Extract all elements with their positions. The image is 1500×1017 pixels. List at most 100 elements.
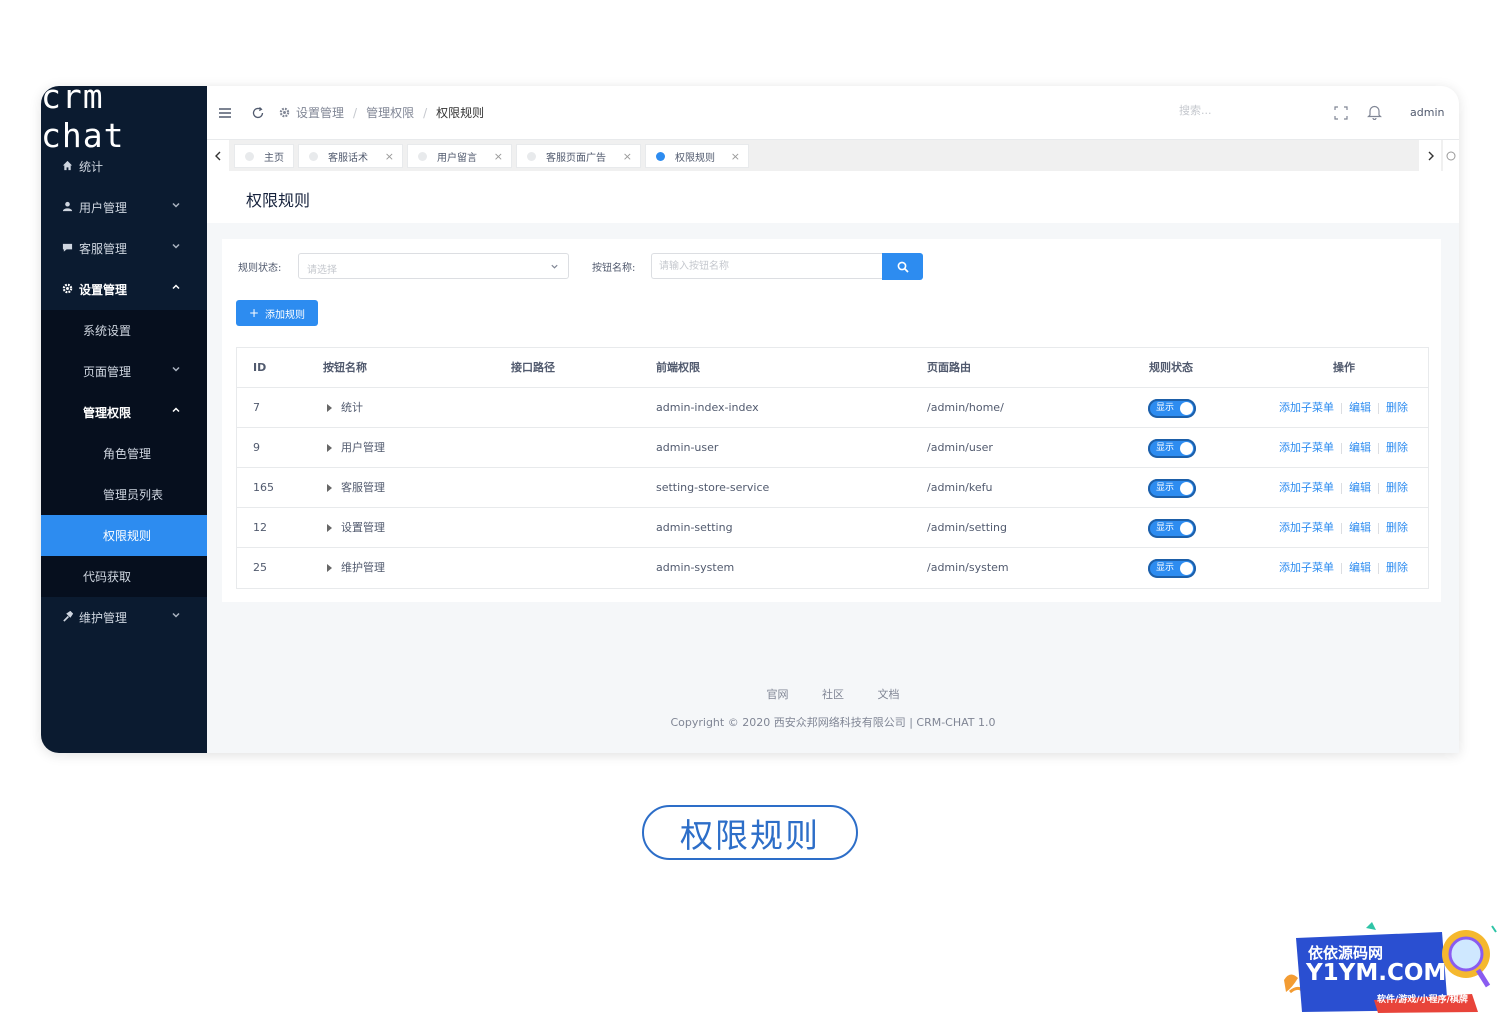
close-icon[interactable]: × [731, 150, 740, 163]
footer-link[interactable]: 社区 [822, 688, 844, 701]
add-rule-button[interactable]: + 添加规则 [236, 300, 318, 326]
tabs-prev-button[interactable] [207, 140, 229, 171]
add-submenu-link[interactable]: 添加子菜单 [1279, 561, 1334, 574]
sidebar-item-settings[interactable]: 设置管理 [41, 269, 207, 310]
tabs-next-button[interactable] [1419, 140, 1441, 171]
edit-link[interactable]: 编辑 [1349, 401, 1371, 414]
sidebar-item-service[interactable]: 客服管理 [41, 228, 207, 269]
cell-id: 7 [253, 401, 260, 414]
row-actions: 添加子菜单 编辑 删除 [1279, 508, 1408, 548]
watermark-badge: 依依源码网 Y1YM.COM 软件/游戏/小程序/棋牌 [1282, 922, 1497, 1013]
sidebar-item-stats[interactable]: 统计 [41, 146, 207, 187]
sidebar-item-system-settings[interactable]: 系统设置 [41, 310, 207, 351]
caption-pill: 权限规则 [642, 805, 858, 860]
button-name-input[interactable] [651, 253, 882, 279]
delete-link[interactable]: 删除 [1386, 401, 1408, 414]
add-rule-label: 添加规则 [265, 309, 306, 321]
footer-link[interactable]: 官网 [767, 688, 789, 701]
menu-toggle-icon[interactable] [218, 106, 232, 120]
toggle-knob [1180, 402, 1193, 415]
search-button[interactable] [882, 253, 923, 280]
add-submenu-link[interactable]: 添加子菜单 [1279, 521, 1334, 534]
expand-caret-icon[interactable] [327, 444, 332, 452]
status-toggle[interactable]: 显示 [1148, 519, 1196, 538]
sidebar-item-maintenance[interactable]: 维护管理 [41, 597, 207, 638]
tab-service-scripts[interactable]: 客服话术 × [298, 144, 403, 168]
gear-icon [279, 107, 290, 118]
close-icon[interactable]: × [623, 150, 632, 163]
edit-link[interactable]: 编辑 [1349, 561, 1371, 574]
cell-frontend-permission: setting-store-service [656, 481, 770, 494]
close-icon[interactable]: × [385, 150, 394, 163]
tabs-close-all-button[interactable] [1443, 140, 1459, 171]
delete-link[interactable]: 删除 [1386, 441, 1408, 454]
breadcrumb-separator: / [353, 105, 358, 120]
chevron-down-icon [171, 364, 181, 374]
column-header: 规则状态 [1149, 361, 1193, 374]
divider [1378, 562, 1379, 574]
user-menu[interactable]: admin [1410, 106, 1444, 119]
breadcrumb-current: 权限规则 [436, 106, 485, 120]
sidebar-item-code[interactable]: 代码获取 [41, 556, 207, 597]
tab-home[interactable]: 主页 [234, 144, 294, 168]
chevron-right-icon [1428, 151, 1434, 160]
add-submenu-link[interactable]: 添加子菜单 [1279, 401, 1334, 414]
tab-permission-rules[interactable]: 权限规则 × [645, 144, 749, 168]
expand-caret-icon[interactable] [327, 484, 332, 492]
sidebar-item-label: 客服管理 [79, 242, 128, 256]
page-title: 权限规则 [246, 191, 311, 210]
copyright: Copyright © 2020 西安众邦网络科技有限公司 | CRM-CHAT… [670, 716, 996, 729]
status-filter-label: 规则状态: [238, 263, 282, 274]
expand-caret-icon[interactable] [327, 404, 332, 412]
tab-label: 客服话术 [328, 152, 368, 164]
footer-link[interactable]: 文档 [878, 688, 900, 701]
plus-icon: + [248, 306, 260, 320]
refresh-icon[interactable] [251, 106, 265, 120]
divider [1341, 522, 1342, 534]
edit-link[interactable]: 编辑 [1349, 521, 1371, 534]
breadcrumb-item[interactable]: 设置管理 [296, 104, 344, 121]
toggle-knob [1180, 442, 1193, 455]
edit-link[interactable]: 编辑 [1349, 481, 1371, 494]
toggle-knob [1180, 522, 1193, 535]
cell-frontend-permission: admin-setting [656, 521, 733, 534]
tab-user-messages[interactable]: 用户留言 × [407, 144, 512, 168]
add-submenu-link[interactable]: 添加子菜单 [1279, 481, 1334, 494]
sidebar-item-permission-rules[interactable]: 权限规则 [41, 515, 207, 556]
divider [1378, 482, 1379, 494]
sidebar-item-permissions[interactable]: 管理权限 [41, 392, 207, 433]
column-header: 操作 [1333, 361, 1355, 374]
status-toggle[interactable]: 显示 [1148, 439, 1196, 458]
cell-id: 25 [253, 561, 267, 574]
add-submenu-link[interactable]: 添加子菜单 [1279, 441, 1334, 454]
sidebar-item-label: 管理员列表 [103, 488, 164, 502]
expand-caret-icon[interactable] [327, 524, 332, 532]
expand-caret-icon[interactable] [327, 564, 332, 572]
delete-link[interactable]: 删除 [1386, 481, 1408, 494]
sidebar-item-admin-list[interactable]: 管理员列表 [41, 474, 207, 515]
delete-link[interactable]: 删除 [1386, 561, 1408, 574]
row-actions: 添加子菜单 编辑 删除 [1279, 428, 1408, 468]
fullscreen-icon[interactable] [1334, 106, 1348, 120]
status-toggle[interactable]: 显示 [1148, 559, 1196, 578]
bell-icon[interactable] [1367, 104, 1382, 121]
sidebar-item-page-management[interactable]: 页面管理 [41, 351, 207, 392]
status-select[interactable]: 请选择 [298, 253, 569, 279]
cell-frontend-permission: admin-system [656, 561, 735, 574]
sidebar-item-users[interactable]: 用户管理 [41, 187, 207, 228]
status-toggle[interactable]: 显示 [1148, 479, 1196, 498]
search-input[interactable] [1179, 104, 1289, 117]
app-window: crm chat 统计 用户管理 客服管理 设置管理 系统设置 页面管理 管理权… [41, 86, 1459, 753]
delete-link[interactable]: 删除 [1386, 521, 1408, 534]
status-toggle[interactable]: 显示 [1148, 399, 1196, 418]
cell-route: /admin/home/ [927, 401, 1004, 414]
close-icon[interactable]: × [494, 150, 503, 163]
breadcrumb-item[interactable]: 管理权限 [366, 104, 414, 121]
tab-service-ads[interactable]: 客服页面广告 × [516, 144, 641, 168]
edit-link[interactable]: 编辑 [1349, 441, 1371, 454]
name-filter-label: 按钮名称: [592, 263, 636, 274]
content-card: 规则状态: 请选择 按钮名称: + 添加规则 ID 按钮名称 接口路径 前端权限 [222, 239, 1441, 602]
sidebar-item-roles[interactable]: 角色管理 [41, 433, 207, 474]
tab-label: 主页 [264, 152, 284, 164]
toggle-knob [1180, 482, 1193, 495]
